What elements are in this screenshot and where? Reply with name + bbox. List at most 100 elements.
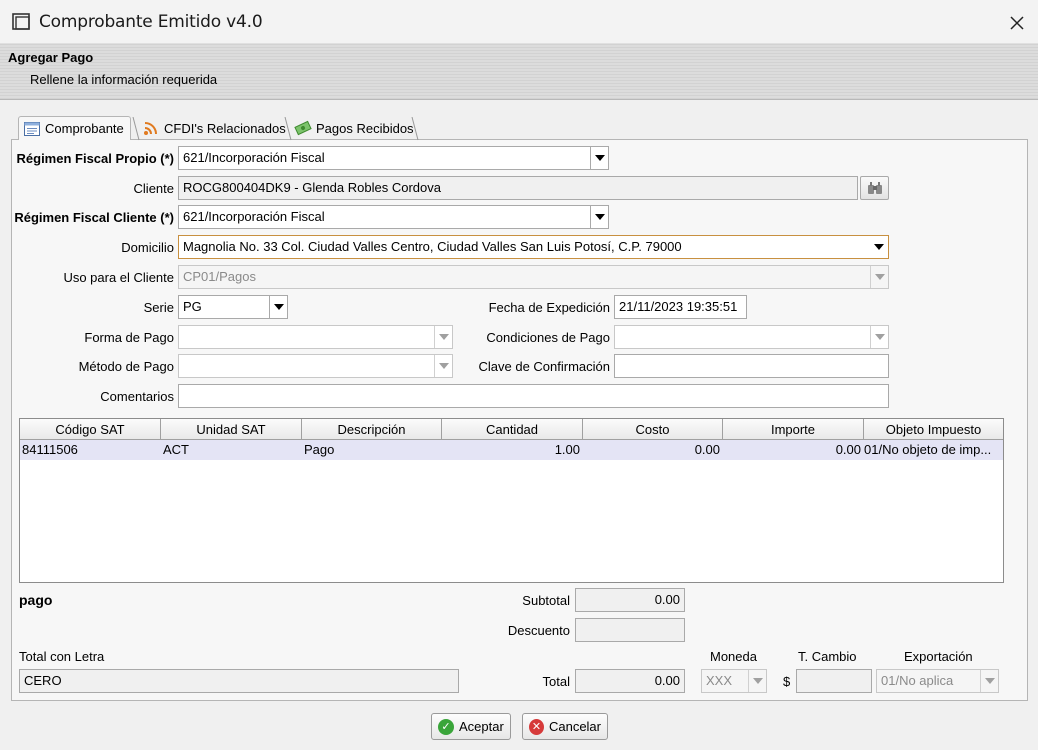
column-header-importe[interactable]: Importe — [723, 419, 864, 440]
cliente-value: ROCG800404DK9 - Glenda Robles Cordova — [183, 180, 441, 195]
metodo-pago-label: Método de Pago — [78, 359, 174, 374]
uso-cliente-label: Uso para el Cliente — [63, 270, 174, 285]
chevron-down-icon[interactable] — [434, 355, 452, 377]
rss-icon — [144, 122, 157, 135]
chevron-down-icon[interactable] — [590, 206, 608, 228]
total-letra-value: CERO — [24, 673, 62, 688]
cancel-icon: ✕ — [529, 718, 544, 735]
subtotal-label: Subtotal — [522, 593, 570, 608]
app-icon — [12, 13, 30, 30]
tab-label: CFDI's Relacionados — [164, 120, 286, 136]
concept-summary: pago — [19, 592, 53, 608]
chevron-down-icon[interactable] — [748, 670, 766, 692]
column-header-codigo-sat[interactable]: Código SAT — [20, 419, 161, 440]
forma-pago-label: Forma de Pago — [84, 330, 174, 345]
fecha-expedicion-label: Fecha de Expedición — [488, 300, 610, 315]
search-client-button[interactable] — [860, 176, 889, 200]
chevron-down-icon[interactable] — [870, 236, 888, 258]
uso-cliente-select[interactable]: CP01/Pagos — [178, 265, 889, 289]
tcambio-label: T. Cambio — [798, 649, 857, 664]
header-subtitle: Rellene la información requerida — [30, 72, 218, 87]
chevron-down-icon[interactable] — [870, 266, 888, 288]
column-header-descripcion[interactable]: Descripción — [302, 419, 442, 440]
document-icon — [24, 121, 40, 136]
table-cell: 01/No objeto de imp... — [864, 442, 992, 457]
regimen-cliente-select[interactable]: 621/Incorporación Fiscal — [178, 205, 609, 229]
cliente-label: Cliente — [133, 181, 174, 196]
cliente-field[interactable]: ROCG800404DK9 - Glenda Robles Cordova — [178, 176, 858, 200]
header-title: Agregar Pago — [8, 50, 94, 65]
money-icon — [294, 120, 312, 136]
serie-select[interactable]: PG — [178, 295, 288, 319]
column-header-objeto-impuesto[interactable]: Objeto Impuesto — [864, 419, 1003, 440]
cancel-button[interactable]: ✕ Cancelar — [522, 713, 608, 740]
tab-cfdi-relacionados[interactable]: CFDI's Relacionados — [138, 116, 292, 140]
total-field: 0.00 — [575, 669, 685, 693]
tab-label: Pagos Recibidos — [316, 120, 414, 136]
tab-divider — [411, 117, 419, 141]
clave-confirmacion-field[interactable] — [614, 354, 889, 378]
chevron-down-icon[interactable] — [269, 296, 287, 318]
concepts-table[interactable]: Código SAT Unidad SAT Descripción Cantid… — [19, 418, 1004, 583]
close-icon — [1010, 16, 1024, 30]
table-cell: Pago — [304, 442, 335, 457]
fecha-expedicion-field[interactable]: 21/11/2023 19:35:51 — [614, 295, 747, 319]
chevron-down-icon[interactable] — [590, 147, 608, 169]
descuento-label: Descuento — [507, 623, 570, 638]
serie-value: PG — [183, 299, 202, 314]
accept-label: Aceptar — [459, 719, 504, 734]
tab-pagos-recibidos[interactable]: Pagos Recibidos — [290, 116, 420, 140]
accept-button[interactable]: ✓ Aceptar — [431, 713, 511, 740]
fecha-expedicion-value: 21/11/2023 19:35:51 — [619, 299, 738, 314]
exportacion-select[interactable]: 01/No aplica — [876, 669, 999, 693]
table-cell: 1.00 — [554, 442, 580, 457]
binoculars-icon — [867, 182, 882, 194]
comentarios-field[interactable] — [178, 384, 889, 408]
domicilio-select[interactable]: Magnolia No. 33 Col. Ciudad Valles Centr… — [178, 235, 889, 259]
condiciones-pago-label: Condiciones de Pago — [486, 330, 610, 345]
clave-confirmacion-label: Clave de Confirmación — [478, 359, 610, 374]
moneda-value: XXX — [706, 673, 733, 688]
uso-cliente-value: CP01/Pagos — [183, 269, 256, 284]
forma-pago-select[interactable] — [178, 325, 453, 349]
domicilio-value: Magnolia No. 33 Col. Ciudad Valles Centr… — [183, 239, 682, 254]
table-cell: 0.00 — [835, 442, 861, 457]
total-label: Total — [542, 674, 570, 689]
subtotal-field: 0.00 — [575, 588, 685, 612]
chevron-down-icon[interactable] — [434, 326, 452, 348]
cancel-label: Cancelar — [548, 719, 601, 734]
window-title: Comprobante Emitido v4.0 — [39, 12, 263, 32]
table-cell: 0.00 — [694, 442, 720, 457]
moneda-select[interactable]: XXX — [701, 669, 767, 693]
chevron-down-icon[interactable] — [980, 670, 998, 692]
subtotal-value: 0.00 — [654, 592, 680, 607]
total-letra-label: Total con Letra — [19, 649, 105, 664]
metodo-pago-select[interactable] — [178, 354, 453, 378]
check-icon: ✓ — [438, 718, 454, 735]
total-letra-field: CERO — [19, 669, 459, 693]
tab-label: Comprobante — [45, 121, 124, 136]
tcambio-field — [796, 669, 872, 693]
comentarios-label: Comentarios — [100, 389, 174, 404]
tab-comprobante[interactable]: Comprobante — [18, 116, 131, 140]
regimen-cliente-value: 621/Incorporación Fiscal — [183, 209, 325, 224]
regimen-propio-label: Régimen Fiscal Propio (*) — [16, 151, 174, 166]
currency-symbol: $ — [783, 674, 791, 689]
serie-label: Serie — [143, 300, 174, 315]
table-cell: ACT — [163, 442, 189, 457]
column-header-costo[interactable]: Costo — [583, 419, 723, 440]
table-row[interactable]: 84111506 ACT Pago 1.00 0.00 0.00 01/No o… — [20, 440, 1003, 460]
moneda-label: Moneda — [710, 649, 757, 664]
table-cell: 84111506 — [22, 442, 78, 457]
condiciones-pago-select[interactable] — [614, 325, 889, 349]
chevron-down-icon[interactable] — [870, 326, 888, 348]
column-header-cantidad[interactable]: Cantidad — [442, 419, 583, 440]
exportacion-label: Exportación — [904, 649, 973, 664]
descuento-field — [575, 618, 685, 642]
regimen-cliente-label: Régimen Fiscal Cliente (*) — [14, 210, 174, 225]
total-value: 0.00 — [654, 673, 680, 688]
regimen-propio-select[interactable]: 621/Incorporación Fiscal — [178, 146, 609, 170]
close-button[interactable] — [1004, 10, 1030, 36]
exportacion-value: 01/No aplica — [881, 673, 954, 688]
column-header-unidad-sat[interactable]: Unidad SAT — [161, 419, 302, 440]
